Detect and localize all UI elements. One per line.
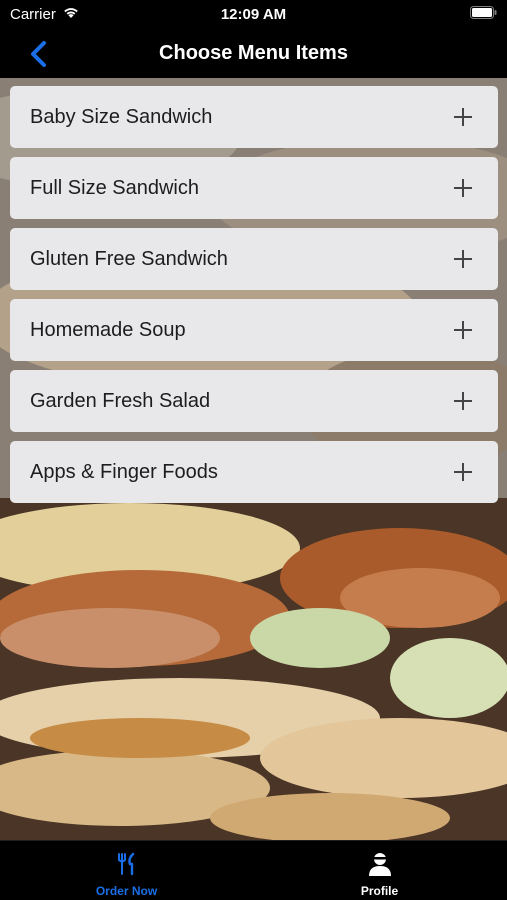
menu-item-label: Apps & Finger Foods [30,461,218,483]
menu-item-full-size-sandwich[interactable]: Full Size Sandwich [10,157,498,219]
menu-item-label: Homemade Soup [30,319,186,341]
person-icon [368,853,391,876]
tab-label: Order Now [95,884,158,898]
menu-item-garden-fresh-salad[interactable]: Garden Fresh Salad [10,370,498,432]
menu-item-label: Garden Fresh Salad [30,390,211,412]
battery-icon [470,6,497,19]
navigation-bar: Choose Menu Items [0,30,507,78]
menu-item-homemade-soup[interactable]: Homemade Soup [10,299,498,361]
plus-icon[interactable] [453,320,473,340]
tab-order-now[interactable]: Order Now [0,841,253,900]
tab-label: Profile [360,884,399,898]
plus-icon[interactable] [453,178,473,198]
menu-item-apps-finger-foods[interactable]: Apps & Finger Foods [10,441,498,503]
menu-item-list: Baby Size Sandwich Full Size Sandwich Gl… [10,86,498,512]
page-title: Choose Menu Items [159,42,348,64]
plus-icon[interactable] [453,391,473,411]
tab-profile[interactable]: Profile [253,841,506,900]
menu-item-label: Gluten Free Sandwich [30,248,228,270]
fork-knife-icon [117,852,134,876]
menu-item-label: Full Size Sandwich [30,177,199,199]
plus-icon[interactable] [453,249,473,269]
status-time: 12:09 AM [220,6,287,23]
plus-icon[interactable] [453,107,473,127]
tab-bar: Order Now Profile [0,840,507,900]
menu-item-baby-size-sandwich[interactable]: Baby Size Sandwich [10,86,498,148]
menu-item-gluten-free-sandwich[interactable]: Gluten Free Sandwich [10,228,498,290]
plus-icon[interactable] [453,462,473,482]
status-bar: Carrier 12:09 AM [0,0,507,30]
menu-item-label: Baby Size Sandwich [30,106,213,128]
